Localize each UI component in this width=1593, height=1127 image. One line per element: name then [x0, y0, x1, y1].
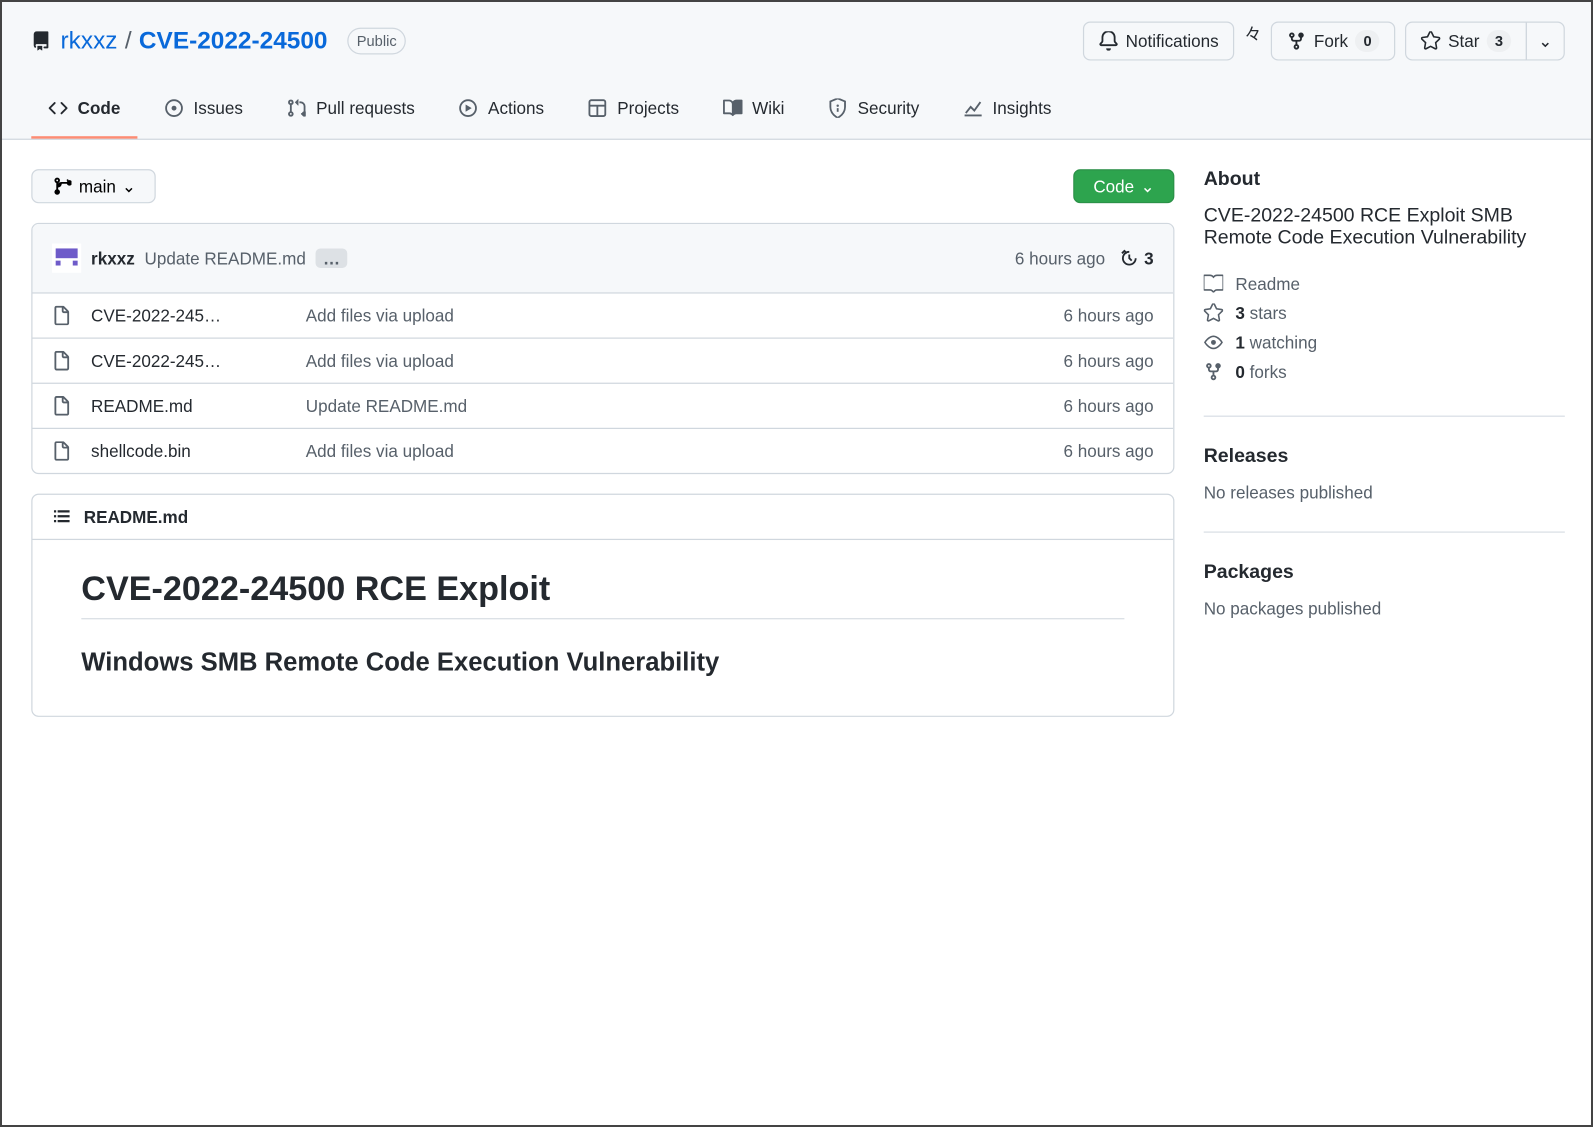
bell-icon: [1099, 29, 1119, 53]
branch-select-button[interactable]: main: [31, 169, 156, 203]
history-icon: [1120, 248, 1140, 268]
visibility-badge: Public: [347, 28, 406, 55]
tab-pull-requests[interactable]: Pull requests: [270, 80, 432, 139]
releases-section: Releases No releases published: [1204, 446, 1565, 533]
forks-link[interactable]: 0 forks: [1204, 357, 1565, 386]
about-title: About: [1204, 169, 1565, 191]
caret-down-icon: [1141, 176, 1153, 196]
file-commit-msg[interactable]: Add files via upload: [286, 306, 1063, 326]
commit-message[interactable]: Update README.md: [145, 248, 306, 268]
owner-link[interactable]: rkxxz: [61, 27, 118, 55]
star-menu-button[interactable]: [1526, 22, 1565, 61]
tab-projects[interactable]: Projects: [571, 80, 696, 139]
readme-h1: CVE-2022-24500 RCE Exploit: [81, 569, 1124, 619]
tab-actions[interactable]: Actions: [442, 80, 561, 139]
notifications-button[interactable]: Notifications: [1083, 22, 1235, 61]
path-separator: /: [125, 27, 132, 55]
commit-history-link[interactable]: 3: [1120, 248, 1154, 268]
tab-code[interactable]: Code: [31, 80, 137, 139]
tab-security[interactable]: Security: [811, 80, 936, 139]
star-icon: [1421, 29, 1441, 53]
file-commit-msg[interactable]: Update README.md: [286, 396, 1063, 416]
caret-down-icon: [1539, 29, 1551, 53]
file-icon: [52, 306, 72, 326]
code-download-button[interactable]: Code: [1073, 169, 1175, 203]
notifications-label: Notifications: [1126, 29, 1219, 53]
fork-count: 0: [1355, 30, 1379, 52]
file-icon: [52, 351, 72, 371]
packages-section: Packages No packages published: [1204, 562, 1565, 647]
file-row[interactable]: CVE-2022-245… Add files via upload 6 hou…: [33, 294, 1174, 339]
file-row[interactable]: CVE-2022-245… Add files via upload 6 hou…: [33, 339, 1174, 384]
star-label: Star: [1448, 29, 1479, 53]
file-icon: [52, 441, 72, 461]
watching-link[interactable]: 1 watching: [1204, 328, 1565, 357]
file-name[interactable]: shellcode.bin: [91, 441, 286, 461]
stars-link[interactable]: 3 stars: [1204, 298, 1565, 327]
commit-ellipsis-button[interactable]: …: [316, 248, 348, 268]
tab-wiki[interactable]: Wiki: [706, 80, 802, 139]
readme-h2: Windows SMB Remote Code Execution Vulner…: [81, 649, 1124, 686]
file-commit-msg[interactable]: Add files via upload: [286, 351, 1063, 371]
file-row[interactable]: README.md Update README.md 6 hours ago: [33, 384, 1174, 429]
file-commit-msg[interactable]: Add files via upload: [286, 441, 1063, 461]
repo-tabs: Code Issues Pull requests Actions Projec…: [31, 80, 1565, 139]
file-name[interactable]: CVE-2022-245…: [91, 306, 286, 326]
fork-icon: [1287, 29, 1307, 53]
file-icon: [52, 396, 72, 416]
about-section: About CVE-2022-24500 RCE Exploit SMB Rem…: [1204, 169, 1565, 417]
file-name[interactable]: README.md: [91, 396, 286, 416]
fork-button[interactable]: Fork 0: [1271, 22, 1395, 61]
readme-filename[interactable]: README.md: [84, 507, 188, 527]
file-listing: rkxxz Update README.md … 6 hours ago 3 C…: [31, 223, 1174, 474]
repo-header: rkxxz / CVE-2022-24500 Public Notificati…: [2, 2, 1593, 140]
releases-text: No releases published: [1204, 483, 1565, 503]
avatar: [52, 244, 81, 273]
repo-link[interactable]: CVE-2022-24500: [139, 27, 328, 55]
file-name[interactable]: CVE-2022-245…: [91, 351, 286, 371]
file-time: 6 hours ago: [1063, 396, 1153, 416]
fork-label: Fork: [1314, 29, 1348, 53]
star-count: 3: [1487, 30, 1511, 52]
latest-commit-row[interactable]: rkxxz Update README.md … 6 hours ago 3: [33, 224, 1174, 294]
commit-time: 6 hours ago: [1015, 248, 1105, 268]
readme-box: README.md CVE-2022-24500 RCE Exploit Win…: [31, 494, 1174, 717]
star-button[interactable]: Star 3: [1405, 22, 1527, 61]
about-description: CVE-2022-24500 RCE Exploit SMB Remote Co…: [1204, 206, 1565, 250]
readme-link[interactable]: Readme: [1204, 269, 1565, 298]
releases-title[interactable]: Releases: [1204, 446, 1565, 468]
tab-issues[interactable]: Issues: [147, 80, 260, 139]
repo-icon: [31, 31, 51, 51]
file-row[interactable]: shellcode.bin Add files via upload 6 hou…: [33, 429, 1174, 473]
file-time: 6 hours ago: [1063, 351, 1153, 371]
tab-insights[interactable]: Insights: [946, 80, 1068, 139]
branch-icon: [52, 176, 72, 196]
file-time: 6 hours ago: [1063, 441, 1153, 461]
list-icon[interactable]: [52, 507, 72, 527]
packages-title[interactable]: Packages: [1204, 562, 1565, 584]
commit-author[interactable]: rkxxz: [91, 248, 135, 268]
file-time: 6 hours ago: [1063, 306, 1153, 326]
caret-down-icon: [123, 176, 135, 196]
packages-text: No packages published: [1204, 599, 1565, 619]
